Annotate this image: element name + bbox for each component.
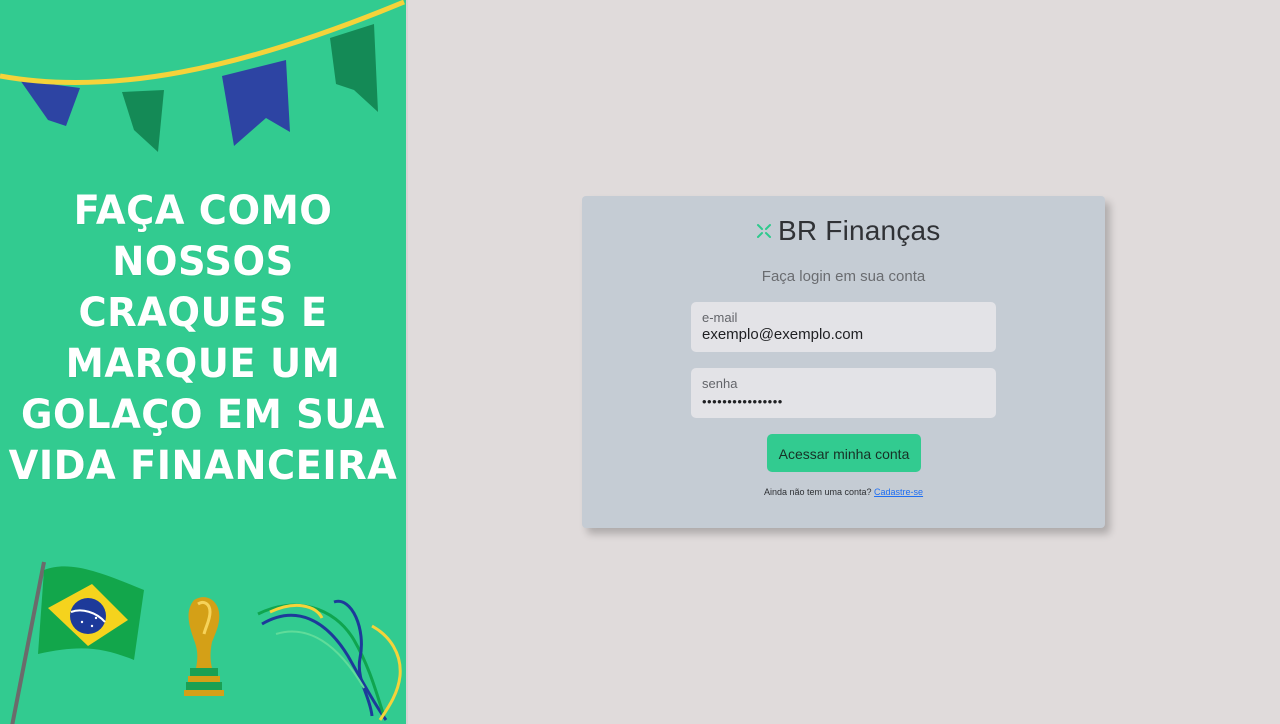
email-input[interactable]: exemplo@exemplo.com — [702, 326, 985, 344]
password-label: senha — [702, 376, 738, 391]
promo-headline: Faça como nossos craques e marque um gol… — [8, 188, 398, 489]
password-field[interactable]: senha •••••••••••••••• — [691, 368, 996, 418]
promo-banner: Faça como nossos craques e marque um gol… — [0, 0, 406, 724]
signup-link[interactable]: Cadastre-se — [874, 487, 923, 497]
signup-prompt-text: Ainda não tem uma conta? — [763, 487, 872, 497]
bunting-icon — [0, 0, 405, 152]
login-page: Faça como nossos craques e marque um gol… — [0, 0, 1280, 724]
signup-prompt: Ainda não tem uma conta? Cadastre-se — [582, 487, 1105, 497]
login-button[interactable]: Acessar minha conta — [767, 434, 921, 472]
banner-divider — [406, 0, 408, 724]
password-input[interactable]: •••••••••••••••• — [702, 394, 985, 409]
email-label: e-mail — [702, 310, 738, 325]
cross-logo-icon — [757, 224, 771, 238]
brazil-flag-icon — [10, 561, 144, 724]
trophy-icon — [184, 597, 224, 696]
brand-logo: BR Finanças — [756, 214, 941, 248]
login-subtitle: Faça login em sua conta — [761, 268, 926, 285]
ribbon-icon — [257, 599, 402, 721]
brand-name: BR Finanças — [778, 215, 941, 246]
email-field[interactable]: e-mail exemplo@exemplo.com — [691, 302, 996, 352]
